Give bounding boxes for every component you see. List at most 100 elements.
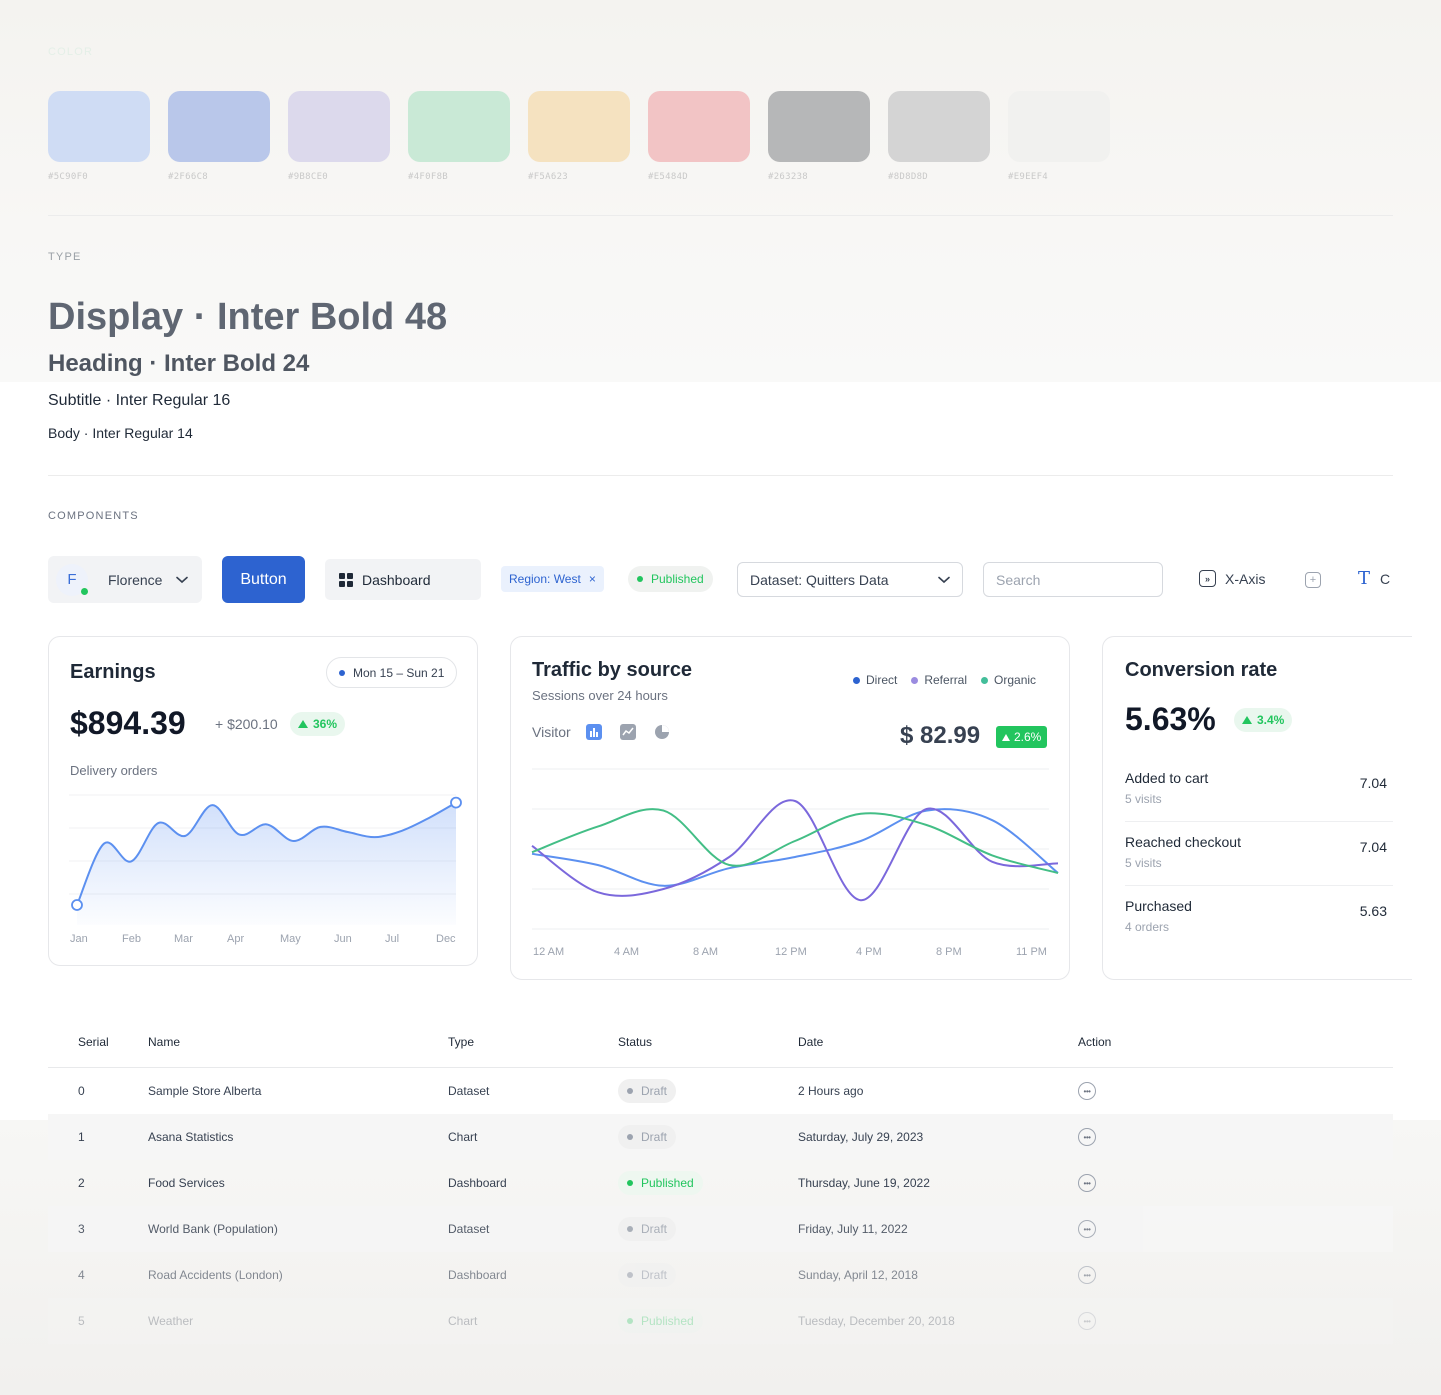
search-box[interactable] [983, 562, 1163, 597]
cell-type: Dataset [448, 1084, 490, 1098]
avatar-initial: F [67, 571, 77, 588]
add-icon[interactable]: + [1305, 572, 1321, 588]
conversion-change-badge: 3.4% [1234, 708, 1293, 732]
status-badge: Draft [618, 1263, 677, 1287]
cell-serial: 3 [78, 1222, 85, 1236]
color-swatch: #5C90F0 [48, 91, 150, 182]
column-header-date[interactable]: Date [798, 1035, 823, 1049]
table-row[interactable]: 3 World Bank (Population) Dataset Draft Frid… [48, 1206, 1393, 1252]
table-row[interactable]: 4 Road Accidents (London) Dashboard Draft Su… [48, 1252, 1393, 1298]
text-button[interactable]: T C [1358, 568, 1390, 589]
color-swatch: #E9EEF4 [1008, 91, 1110, 182]
color-swatch-chip [408, 91, 510, 162]
dataset-select-value: Dataset: Quitters Data [750, 571, 889, 588]
table-row[interactable]: 5 Weather Chart Published Tuesday, December … [48, 1298, 1393, 1344]
cell-type: Dataset [448, 1222, 490, 1236]
region-filter-chip[interactable]: Region: West × [501, 566, 604, 592]
color-swatch-hex: #E9EEF4 [1008, 172, 1049, 182]
color-swatch-hex: #F5A623 [528, 172, 569, 182]
column-header-status[interactable]: Status [618, 1035, 652, 1049]
conversion-card: Conversion rate 5.63% 3.4% Added to cart… [1102, 636, 1412, 980]
status-label: Published [641, 1314, 694, 1328]
color-swatch-chip [888, 91, 990, 162]
primary-button[interactable]: Button [222, 556, 305, 603]
section-label-components: COMPONENTS [48, 510, 139, 522]
dashboard-button[interactable]: Dashboard [325, 559, 481, 600]
area-fill [77, 802, 456, 925]
conversion-row: Added to cart 5 visits 7.04 [1125, 770, 1391, 806]
conversion-row-label: Purchased [1125, 898, 1192, 914]
more-options-icon[interactable]: ••• [1078, 1266, 1096, 1284]
conversion-row: Reached checkout 5 visits 7.04 [1125, 834, 1391, 870]
column-header-serial[interactable]: Serial [78, 1035, 109, 1049]
type-sample-subtitle: Subtitle · Inter Regular 16 [48, 392, 231, 409]
conversion-title: Conversion rate [1125, 659, 1278, 681]
cell-serial: 0 [78, 1084, 85, 1098]
more-options-icon[interactable]: ••• [1078, 1128, 1096, 1146]
x-tick-label: Feb [122, 933, 141, 945]
earnings-card: Earnings Mon 15 – Sun 21 $894.39 + $200.… [48, 636, 478, 966]
x-tick-label: 8 AM [693, 946, 719, 958]
cell-serial: 1 [78, 1130, 85, 1144]
divider [48, 215, 1393, 216]
cell-name: Food Services [148, 1176, 225, 1190]
cell-serial: 5 [78, 1314, 85, 1328]
dataset-select[interactable]: Dataset: Quitters Data [737, 562, 963, 597]
search-input[interactable] [996, 571, 1146, 588]
online-status-dot [80, 586, 89, 596]
cell-name: Sample Store Alberta [148, 1084, 262, 1098]
cell-name: World Bank (Population) [148, 1222, 278, 1236]
column-header-name[interactable]: Name [148, 1035, 180, 1049]
more-options-icon[interactable]: ••• [1078, 1082, 1096, 1100]
type-sample-body: Body · Inter Regular 14 [48, 425, 193, 441]
arrow-up-icon [1242, 716, 1252, 724]
color-swatch-chip [48, 91, 150, 162]
table-row[interactable]: 0 Sample Store Alberta Dataset Draft 2 Hours… [48, 1068, 1393, 1114]
status-dot [627, 1318, 633, 1324]
column-header-type[interactable]: Type [448, 1035, 474, 1049]
data-point[interactable] [450, 796, 462, 809]
conversion-row-label: Added to cart [1125, 770, 1209, 786]
more-options-icon[interactable]: ••• [1078, 1220, 1096, 1238]
status-label: Draft [641, 1130, 668, 1144]
chevron-down-icon [938, 576, 950, 583]
dashboard-button-label: Dashboard [362, 571, 431, 588]
avatar: F [56, 563, 89, 596]
text-button-label: C [1380, 570, 1391, 587]
x-tick-label: Mar [174, 933, 193, 945]
status-dot [627, 1180, 633, 1186]
section-label-color: COLOR [48, 46, 94, 58]
x-axis-button[interactable]: » X-Axis [1199, 570, 1265, 587]
color-swatch-chip [528, 91, 630, 162]
user-select[interactable]: F Florence [48, 556, 202, 603]
status-label: Draft [641, 1268, 668, 1282]
color-swatch-hex: #9B8CE0 [288, 172, 329, 182]
traffic-line-chart [531, 768, 1059, 930]
close-icon[interactable]: × [589, 572, 596, 586]
conversion-row-sub: 5 visits [1125, 856, 1162, 870]
cell-name: Road Accidents (London) [148, 1268, 283, 1282]
column-header-action[interactable]: Action [1078, 1035, 1111, 1049]
x-tick-label: 12 PM [775, 946, 807, 958]
table-header-row: Serial Name Type Status Date Action [48, 1016, 1393, 1068]
earnings-area-chart [69, 794, 462, 925]
published-status-chip: Published [628, 566, 713, 592]
conversion-change: 3.4% [1257, 713, 1285, 727]
cell-type: Dashboard [448, 1268, 507, 1282]
table-row[interactable]: 1 Asana Statistics Chart Draft Saturday, Jul… [48, 1114, 1393, 1160]
cell-date: Friday, July 11, 2022 [798, 1222, 908, 1236]
x-tick-label: Dec [436, 933, 456, 945]
x-tick-label: Apr [227, 933, 245, 945]
data-point[interactable] [71, 899, 83, 911]
table-row[interactable]: 2 Food Services Dashboard Published Thursday… [48, 1160, 1393, 1206]
more-options-icon[interactable]: ••• [1078, 1174, 1096, 1192]
x-tick-label: Jan [70, 933, 88, 945]
cell-date: Thursday, June 19, 2022 [798, 1176, 930, 1190]
more-options-icon[interactable]: ••• [1078, 1312, 1096, 1330]
cell-serial: 4 [78, 1268, 85, 1282]
section-label-type: TYPE [48, 251, 82, 263]
conversion-row-label: Reached checkout [1125, 834, 1241, 850]
status-label: Published [641, 1176, 694, 1190]
divider [48, 475, 1393, 476]
cell-date: 2 Hours ago [798, 1084, 864, 1098]
